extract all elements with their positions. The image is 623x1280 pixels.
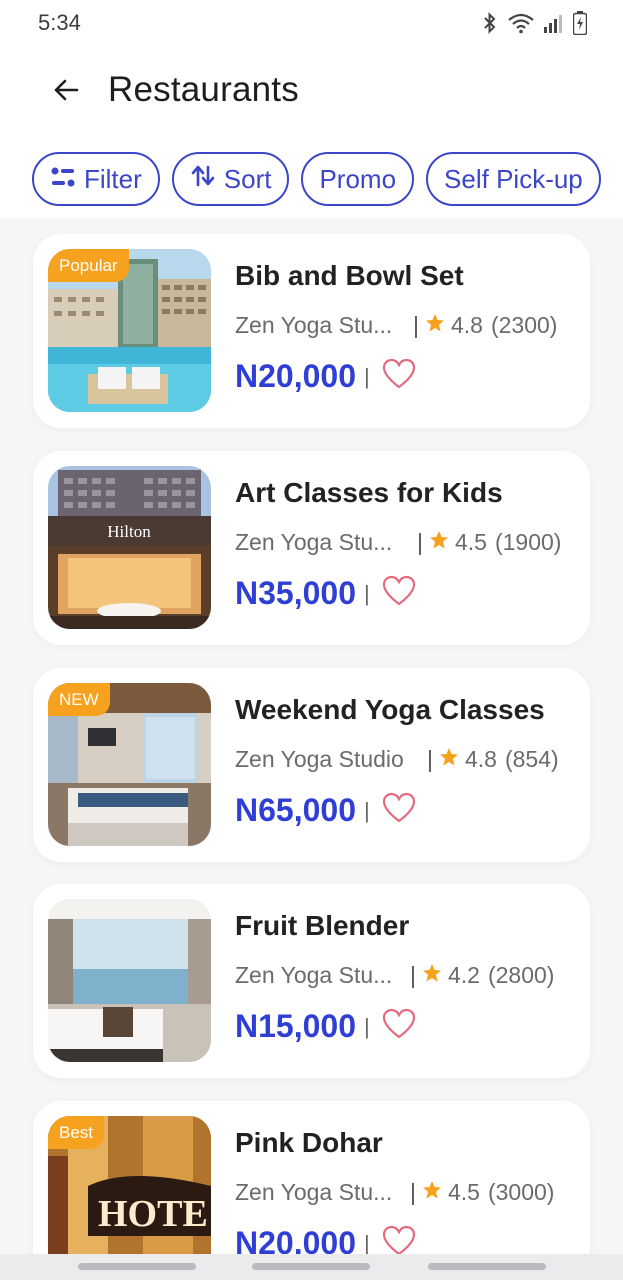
price-separator: |: [363, 580, 370, 606]
nav-home-button[interactable]: [252, 1263, 370, 1270]
promo-chip[interactable]: Promo: [301, 152, 415, 206]
star-icon: [422, 962, 442, 989]
item-title: Pink Dohar: [235, 1127, 383, 1158]
self-pickup-chip-label: Self Pick-up: [444, 163, 583, 194]
card-badge: NEW: [48, 683, 110, 716]
price-row: N35,000 |: [235, 575, 416, 612]
status-icons: [481, 11, 587, 35]
page-title: Restaurants: [108, 70, 299, 109]
meta-separator: |: [410, 1179, 416, 1205]
nav-recents-button[interactable]: [78, 1263, 196, 1270]
rating-value: 4.5: [447, 1179, 480, 1205]
item-meta: Zen Yoga Stu... | 4.5 (1900): [235, 529, 575, 556]
rating-value: 4.8: [464, 746, 497, 772]
rating-count: (1900): [494, 529, 562, 555]
rating-count: (854): [504, 746, 559, 772]
vendor-name: Zen Yoga Stu...: [235, 1179, 393, 1205]
system-nav-bar: [0, 1254, 623, 1280]
item-title: Fruit Blender: [235, 910, 410, 941]
price-separator: |: [363, 1013, 370, 1039]
heart-icon[interactable]: [382, 1008, 416, 1045]
star-icon: [425, 312, 445, 339]
list-item[interactable]: Fruit Blender Zen Yoga Stu... | 4.2 (280…: [33, 884, 590, 1078]
item-title: Weekend Yoga Classes: [235, 694, 545, 725]
item-title: Art Classes for Kids: [235, 477, 503, 508]
status-bar: 5:34: [0, 0, 623, 46]
item-meta: Zen Yoga Stu... | 4.8 (2300): [235, 312, 575, 339]
rating-value: 4.8: [450, 312, 483, 338]
filter-icon: [50, 164, 84, 195]
price-separator: |: [363, 797, 370, 823]
rating-count: (2800): [487, 962, 555, 988]
star-icon: [422, 1179, 442, 1206]
rating-count: (3000): [487, 1179, 555, 1205]
meta-separator: |: [410, 962, 416, 988]
self-pickup-chip[interactable]: Self Pick-up: [426, 152, 601, 206]
meta-separator: |: [427, 746, 433, 772]
sort-icon: [190, 164, 224, 195]
price-row: N65,000 |: [235, 792, 416, 829]
rating-count: (2300): [490, 312, 558, 338]
bluetooth-icon: [481, 12, 499, 34]
image-sign-text: Hilton: [107, 522, 151, 541]
back-button[interactable]: [46, 72, 86, 112]
nav-back-button[interactable]: [428, 1263, 546, 1270]
star-icon: [429, 529, 449, 556]
signal-icon: [543, 12, 565, 34]
item-meta: Zen Yoga Stu... | 4.5 (3000): [235, 1179, 575, 1206]
heart-icon[interactable]: [382, 358, 416, 395]
card-badge: Best: [48, 1116, 105, 1149]
list-item[interactable]: NEW Weekend Yoga Classes Zen Yoga Studio…: [33, 668, 590, 862]
item-meta: Zen Yoga Stu... | 4.2 (2800): [235, 962, 575, 989]
sort-chip-label: Sort: [223, 163, 272, 194]
vendor-name: Zen Yoga Studio: [235, 746, 404, 772]
hilton-hotel-image: Hilton: [48, 466, 211, 629]
heart-icon[interactable]: [382, 575, 416, 612]
heart-icon[interactable]: [382, 792, 416, 829]
vendor-name: Zen Yoga Stu...: [235, 962, 393, 988]
item-meta: Zen Yoga Studio | 4.8 (854): [235, 746, 575, 773]
list-item[interactable]: Popular Bib and Bowl Set Zen Yoga Stu...…: [33, 234, 590, 428]
wifi-icon: [507, 12, 535, 34]
filter-chip[interactable]: Filter: [32, 152, 160, 206]
card-badge: Popular: [48, 249, 129, 282]
status-time: 5:34: [38, 10, 81, 35]
price-separator: |: [363, 363, 370, 389]
item-title: Bib and Bowl Set: [235, 260, 464, 291]
item-price: N35,000: [235, 575, 356, 611]
list-item[interactable]: HOTE Best Pink Dohar Zen Yoga Stu... | 4…: [33, 1101, 590, 1258]
meta-separator: |: [413, 312, 419, 338]
rating-value: 4.2: [447, 962, 480, 988]
vendor-name: Zen Yoga Stu...: [235, 312, 393, 338]
arrow-left-icon: [52, 76, 80, 109]
image-sign-text: HOTE: [98, 1193, 208, 1235]
rating-value: 4.5: [454, 529, 487, 555]
app-header: Restaurants: [0, 60, 623, 124]
filter-chips: Filter Sort Promo Self Pick-up: [32, 152, 601, 206]
meta-separator: |: [417, 529, 423, 555]
vendor-name: Zen Yoga Stu...: [235, 529, 393, 555]
restaurant-list: Popular Bib and Bowl Set Zen Yoga Stu...…: [0, 218, 623, 1258]
filter-chip-label: Filter: [84, 163, 142, 194]
item-price: N15,000: [235, 1008, 356, 1044]
item-price: N65,000: [235, 792, 356, 828]
sort-chip[interactable]: Sort: [171, 152, 290, 206]
price-row: N15,000 |: [235, 1008, 416, 1045]
price-separator: |: [363, 1230, 370, 1256]
seaview-bedroom-image: [48, 899, 211, 1062]
price-row: N20,000 |: [235, 358, 416, 395]
star-icon: [439, 746, 459, 773]
battery-charging-icon: [573, 11, 587, 35]
item-price: N20,000: [235, 358, 356, 394]
promo-chip-label: Promo: [319, 163, 397, 194]
list-item[interactable]: Hilton Art Classes for Kids Zen Yoga Stu…: [33, 451, 590, 645]
